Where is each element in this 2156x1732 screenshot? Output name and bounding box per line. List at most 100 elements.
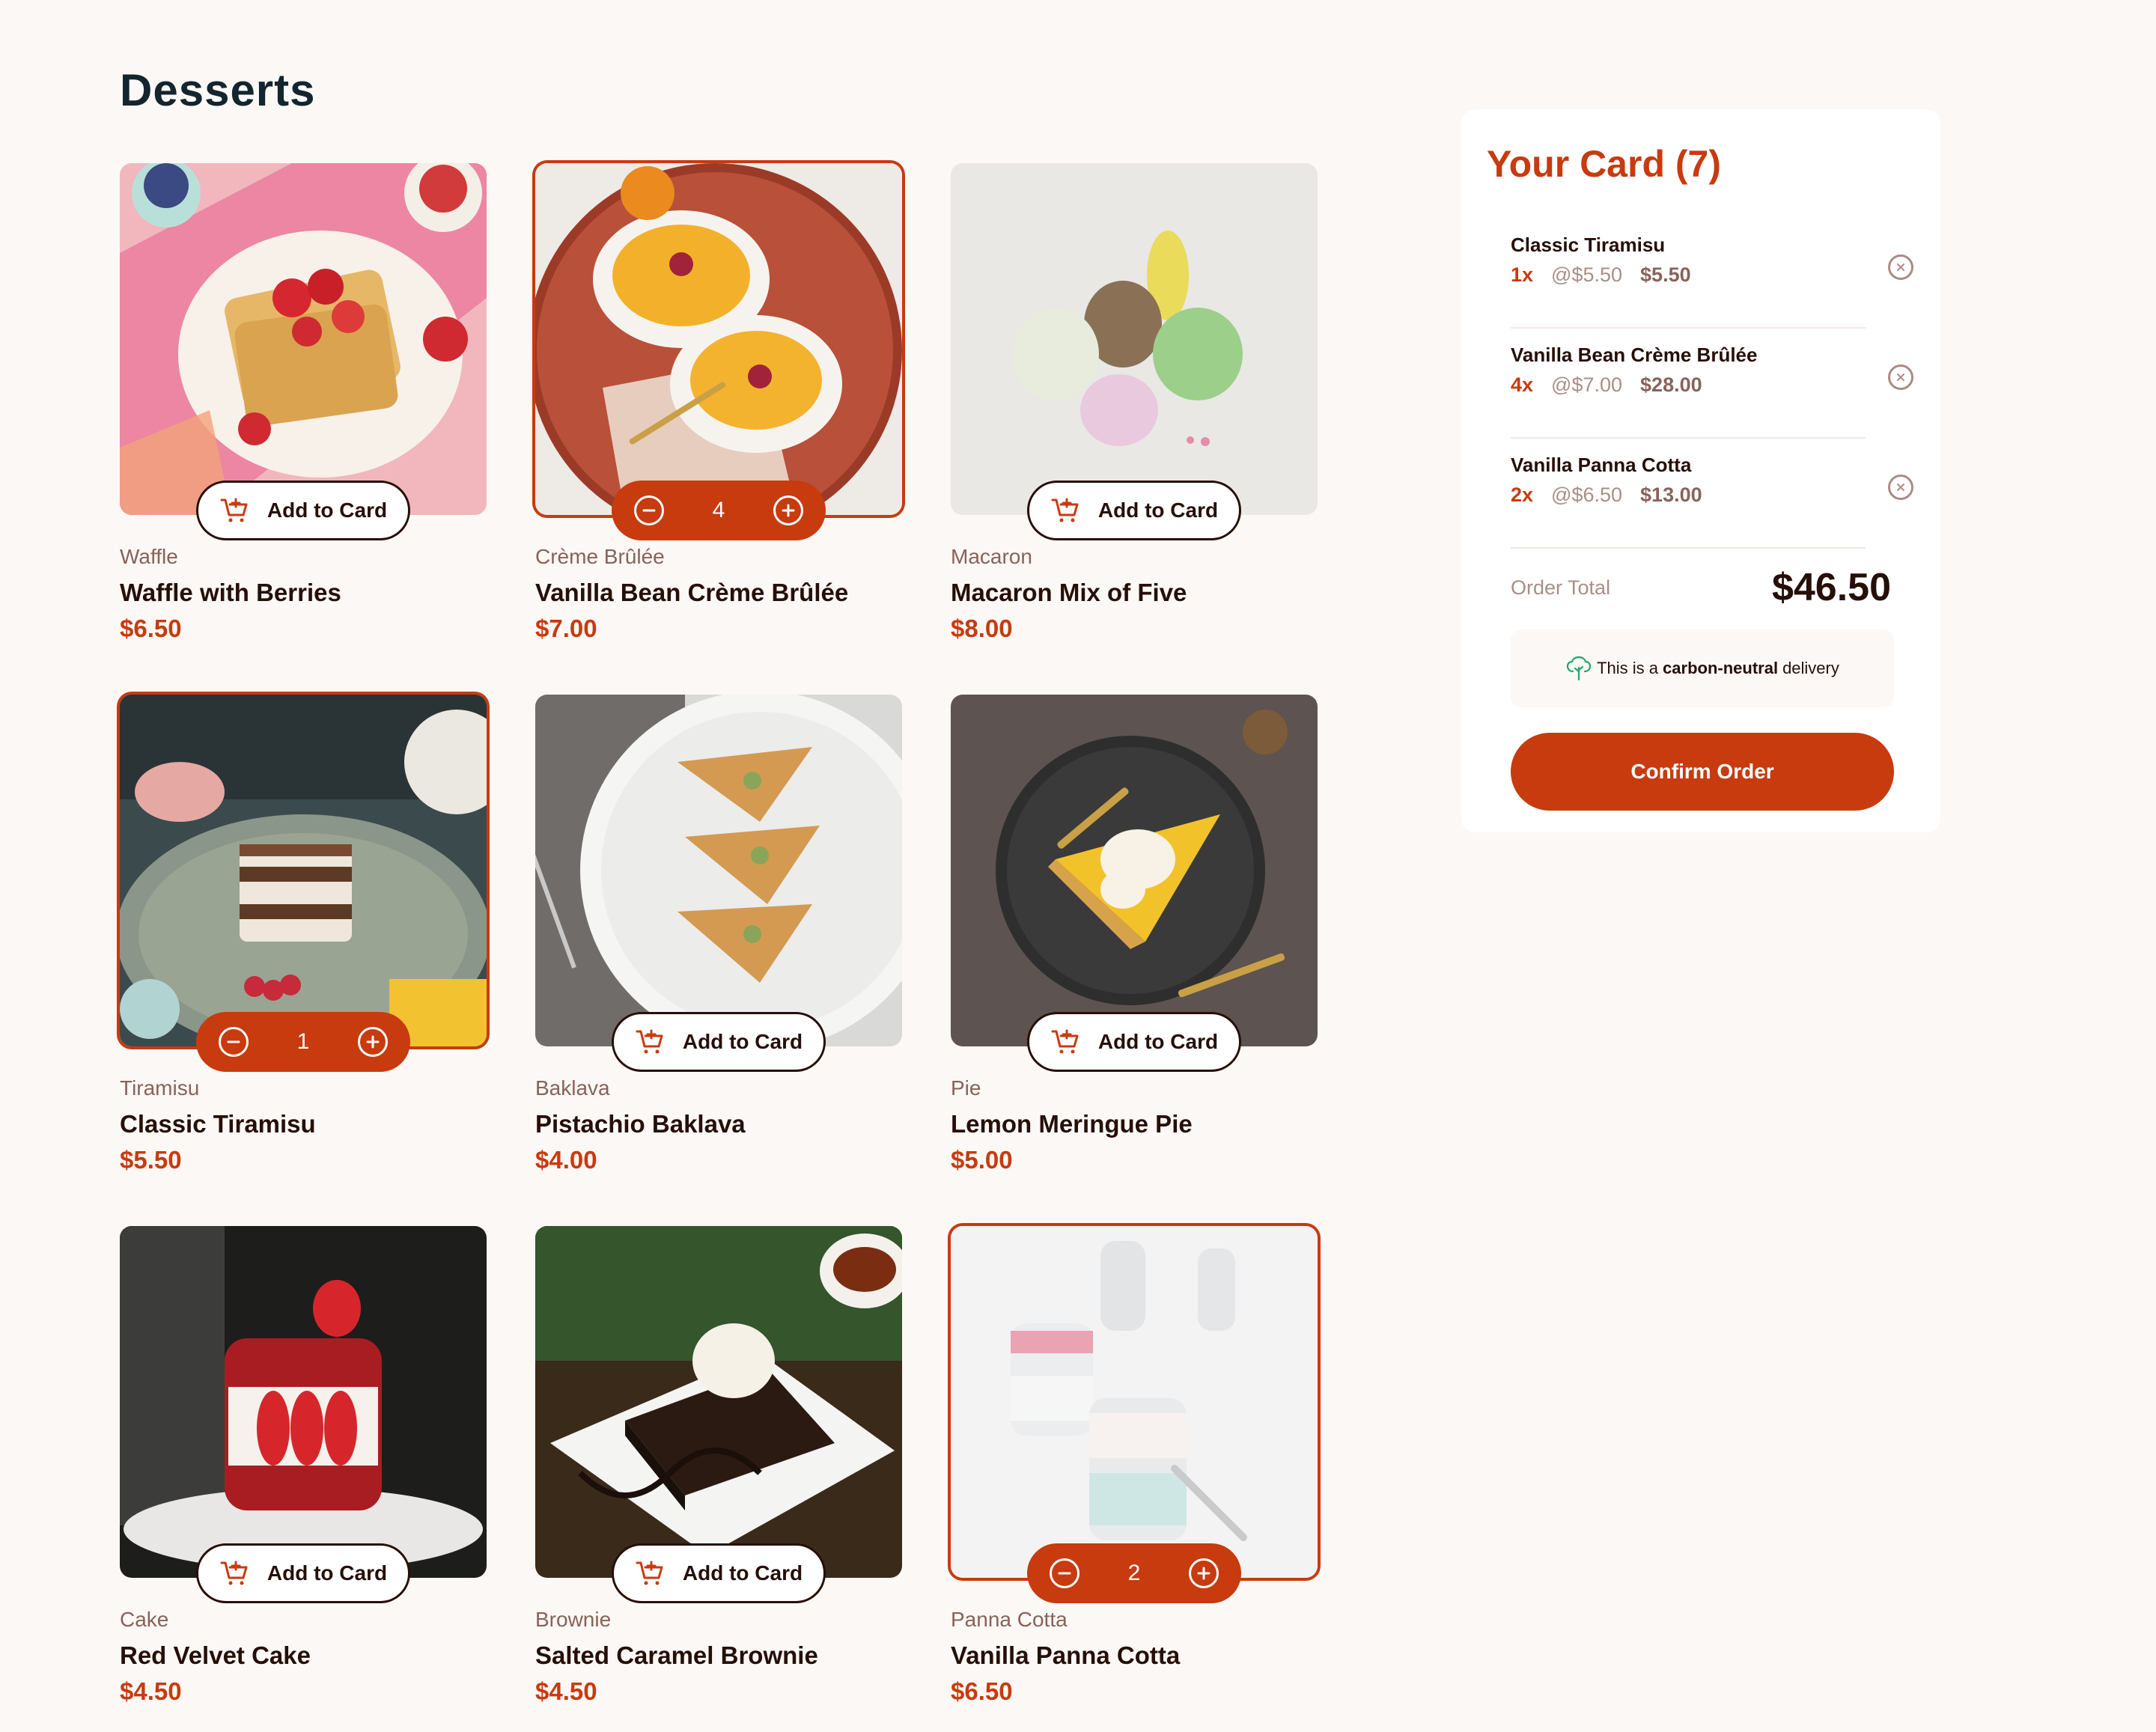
- product-card: Add to Card Pie Lemon Meringue Pie $5.00: [951, 695, 1318, 1226]
- product-name: Lemon Meringue Pie: [951, 1110, 1193, 1138]
- cart-item-quantity: 4x: [1511, 373, 1534, 396]
- add-to-cart-button[interactable]: Add to Card: [612, 1012, 826, 1072]
- product-card: Add to Card Baklava Pistachio Baklava $4…: [535, 695, 902, 1226]
- product-card: Add to Card Macaron Macaron Mix of Five …: [951, 163, 1318, 695]
- increment-button[interactable]: [358, 1027, 388, 1057]
- product-image: [120, 163, 487, 515]
- product-image: [951, 163, 1318, 515]
- carbon-bold: carbon-neutral: [1663, 659, 1779, 677]
- product-price: $6.50: [120, 615, 182, 642]
- product-image: [535, 695, 902, 1046]
- product-category: Pie: [951, 1076, 981, 1100]
- product-category: Tiramisu: [120, 1076, 200, 1100]
- remove-icon: [1897, 373, 1904, 381]
- add-to-cart-button[interactable]: Add to Card: [196, 481, 410, 540]
- product-card: Add to Card Waffle Waffle with Berries $…: [120, 163, 487, 695]
- order-total-label: Order Total: [1511, 576, 1611, 599]
- product-image: [951, 1226, 1318, 1578]
- tree-icon: [1565, 655, 1592, 682]
- confirm-order-button[interactable]: Confirm Order: [1511, 733, 1894, 811]
- decrement-button[interactable]: [219, 1027, 249, 1057]
- cart-item-total: $28.00: [1640, 373, 1702, 396]
- product-price: $8.00: [951, 615, 1013, 642]
- baklava-image: [535, 695, 902, 1046]
- cart-item-details: 2x @$6.50 $13.00: [1511, 484, 1702, 507]
- product-price: $5.00: [951, 1146, 1013, 1174]
- quantity-stepper: 1: [196, 1012, 410, 1072]
- cart-item-unit-price: @$7.00: [1551, 373, 1623, 396]
- add-to-cart-button[interactable]: Add to Card: [1027, 481, 1241, 540]
- remove-icon: [1897, 263, 1904, 271]
- product-price: $4.50: [120, 1677, 182, 1705]
- quantity-stepper: 4: [612, 481, 826, 540]
- plus-icon: [1197, 1567, 1211, 1580]
- tiramisu-image: [120, 695, 487, 1046]
- remove-item-button[interactable]: [1888, 254, 1913, 280]
- product-category: Brownie: [535, 1608, 612, 1631]
- product-image: [120, 1226, 487, 1578]
- quantity-value: 4: [712, 498, 725, 522]
- quantity-value: 2: [1127, 1561, 1141, 1585]
- remove-icon: [1897, 484, 1904, 491]
- product-name: Vanilla Bean Crème Brûlée: [535, 579, 849, 606]
- product-category: Waffle: [120, 545, 178, 568]
- carbon-suffix: delivery: [1782, 659, 1839, 677]
- add-to-cart-label: Add to Card: [682, 1030, 803, 1053]
- product-price: $4.00: [535, 1146, 597, 1174]
- product-price: $6.50: [951, 1677, 1013, 1705]
- cart-item: Classic Tiramisu 1x @$5.50 $5.50: [1511, 219, 1913, 329]
- product-image: [120, 695, 487, 1046]
- carbon-neutral-note: This is a carbon-neutral delivery: [1511, 629, 1894, 707]
- cart-item-name: Classic Tiramisu: [1511, 234, 1666, 256]
- cart-item-quantity: 2x: [1511, 484, 1534, 506]
- add-to-cart-button[interactable]: Add to Card: [196, 1543, 410, 1603]
- waffle-image: [120, 163, 487, 515]
- product-name: Vanilla Panna Cotta: [951, 1641, 1181, 1669]
- product-card: 4 Crème Brûlée Vanilla Bean Crème Brûlée…: [535, 163, 902, 695]
- cart-item-details: 4x @$7.00 $28.00: [1511, 373, 1702, 397]
- product-name: Pistachio Baklava: [535, 1110, 746, 1138]
- macaron-image: [951, 163, 1318, 515]
- add-to-cart-button[interactable]: Add to Card: [1027, 1012, 1241, 1072]
- plus-icon: [782, 504, 795, 517]
- add-to-cart-label: Add to Card: [682, 1561, 803, 1585]
- product-card: Add to Card Cake Red Velvet Cake $4.50: [120, 1226, 487, 1732]
- cart-item-unit-price: @$5.50: [1551, 263, 1623, 286]
- page: Desserts Add to Card Waffle Waffle with …: [0, 0, 2156, 1732]
- order-total-value: $46.50: [1771, 566, 1891, 609]
- product-name: Classic Tiramisu: [120, 1110, 316, 1138]
- cart-item-name: Vanilla Bean Crème Brûlée: [1511, 344, 1758, 366]
- product-name: Macaron Mix of Five: [951, 579, 1187, 606]
- product-category: Baklava: [535, 1076, 610, 1100]
- product-category: Cake: [120, 1608, 169, 1631]
- add-to-cart-icon: [635, 1558, 665, 1588]
- decrement-button[interactable]: [634, 495, 664, 525]
- add-to-cart-button[interactable]: Add to Card: [612, 1543, 826, 1603]
- product-name: Waffle with Berries: [120, 579, 341, 606]
- product-category: Panna Cotta: [951, 1608, 1068, 1631]
- increment-button[interactable]: [1189, 1558, 1219, 1588]
- remove-item-button[interactable]: [1888, 365, 1913, 390]
- carbon-prefix: This is a: [1597, 659, 1659, 677]
- product-name: Salted Caramel Brownie: [535, 1641, 818, 1669]
- pie-image: [951, 695, 1318, 1046]
- product-price: $7.00: [535, 615, 597, 642]
- brownie-image: [535, 1226, 902, 1578]
- add-to-cart-icon: [635, 1027, 665, 1057]
- product-image: [951, 695, 1318, 1046]
- plus-icon: [366, 1035, 380, 1049]
- cart-item-details: 1x @$5.50 $5.50: [1511, 263, 1691, 287]
- quantity-value: 1: [296, 1029, 310, 1054]
- minus-icon: [227, 1040, 240, 1043]
- remove-item-button[interactable]: [1888, 475, 1913, 500]
- product-category: Macaron: [951, 545, 1032, 568]
- product-card: 2 Panna Cotta Vanilla Panna Cotta $6.50: [951, 1226, 1318, 1732]
- quantity-stepper: 2: [1027, 1543, 1241, 1603]
- product-category: Crème Brûlée: [535, 545, 665, 568]
- add-to-cart-icon: [219, 1558, 249, 1588]
- product-image: [535, 163, 902, 515]
- decrement-button[interactable]: [1050, 1558, 1079, 1588]
- cart-item-total: $13.00: [1640, 484, 1702, 506]
- increment-button[interactable]: [773, 495, 803, 525]
- product-card: Add to Card Brownie Salted Caramel Brown…: [535, 1226, 902, 1732]
